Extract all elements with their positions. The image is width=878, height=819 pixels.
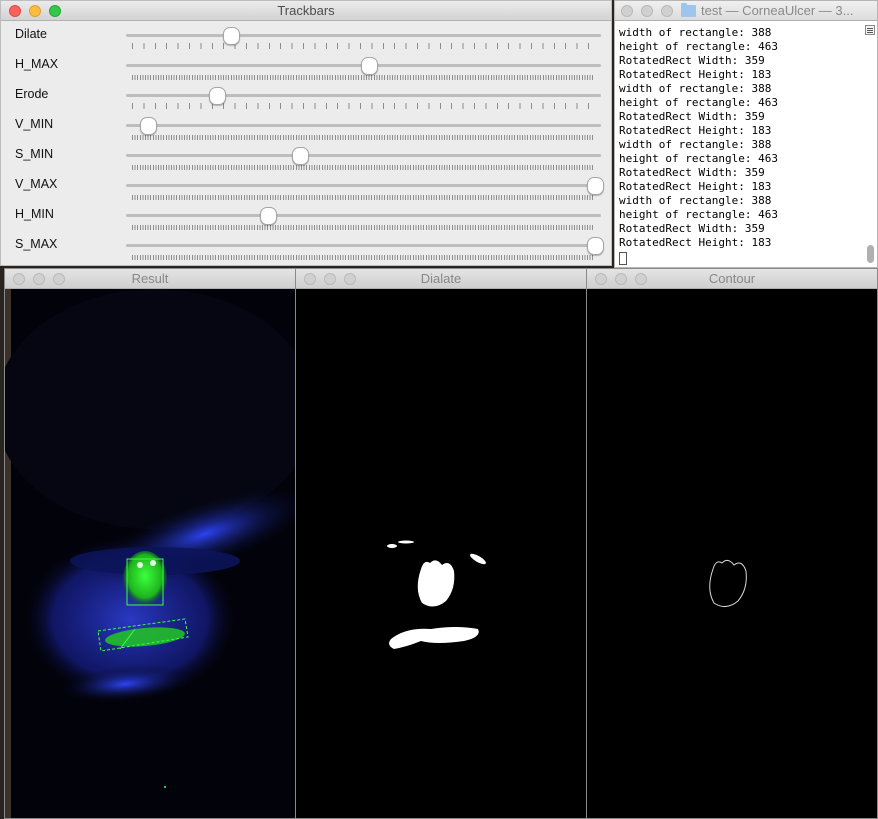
terminal-line: width of rectangle: 388	[619, 194, 772, 207]
terminal-line: RotatedRect Height: 183	[619, 236, 772, 249]
slider-row: S_MIN	[1, 141, 613, 171]
terminal-line: RotatedRect Height: 183	[619, 180, 772, 193]
scrollbar[interactable]	[865, 23, 875, 265]
dilate-titlebar[interactable]: Dialate	[296, 269, 586, 289]
terminal-line: height of rectangle: 463	[619, 96, 778, 109]
dilate-image	[296, 289, 586, 818]
slider-track[interactable]	[126, 154, 601, 157]
terminal-line: height of rectangle: 463	[619, 40, 778, 53]
contour-titlebar[interactable]: Contour	[587, 269, 877, 289]
slider-ticks	[132, 135, 594, 140]
slider-row: H_MIN	[1, 201, 613, 231]
contour-image	[587, 289, 877, 818]
slider-thumb[interactable]	[139, 117, 157, 135]
slider-label: H_MAX	[15, 57, 59, 71]
trackbars-window: Trackbars Dilate H_MAX Erode V_MIN S_MIN V_MA…	[0, 0, 612, 266]
slider-row: Erode	[1, 81, 613, 111]
slider-ticks	[132, 195, 594, 200]
slider-label: V_MAX	[15, 177, 58, 191]
slider-track[interactable]	[126, 34, 601, 37]
slider-thumb[interactable]	[291, 147, 309, 165]
window-title: Trackbars	[277, 3, 335, 18]
result-window: Result	[4, 268, 296, 819]
result-image	[5, 289, 295, 818]
terminal-titlebar[interactable]: test — CorneaUlcer — 3...	[615, 1, 877, 21]
slider-track[interactable]	[126, 184, 601, 187]
slider-ticks	[132, 225, 594, 230]
terminal-line: RotatedRect Width: 359	[619, 54, 765, 67]
slider-track[interactable]	[126, 214, 601, 217]
contour-window: Contour	[586, 268, 878, 819]
slider-thumb[interactable]	[587, 237, 604, 255]
slider-row: V_MIN	[1, 111, 613, 141]
slider-label: Dilate	[15, 27, 47, 41]
slider-thumb[interactable]	[587, 177, 604, 195]
scroll-thumb[interactable]	[867, 245, 874, 263]
terminal-line: RotatedRect Width: 359	[619, 110, 765, 123]
terminal-line: width of rectangle: 388	[619, 138, 772, 151]
window-title: Contour	[708, 271, 756, 286]
slider-ticks	[132, 165, 594, 170]
slider-thumb[interactable]	[208, 87, 226, 105]
slider-label: Erode	[15, 87, 49, 101]
slider-label: S_MIN	[15, 147, 54, 161]
terminal-line: RotatedRect Height: 183	[619, 68, 772, 81]
slider-row: S_MAX	[1, 231, 613, 261]
slider-label: H_MIN	[15, 207, 54, 221]
terminal-line: RotatedRect Height: 183	[619, 124, 772, 137]
slider-ticks	[132, 75, 594, 80]
dilate-window: Dialate	[295, 268, 587, 819]
window-title: test — CorneaUlcer — 3...	[701, 3, 854, 18]
slider-thumb[interactable]	[222, 27, 240, 45]
slider-ticks	[132, 103, 594, 109]
slider-ticks	[132, 43, 594, 49]
terminal-line: RotatedRect Width: 359	[619, 222, 765, 235]
slider-row: Dilate	[1, 21, 613, 51]
slider-thumb[interactable]	[259, 207, 277, 225]
slider-label: S_MAX	[15, 237, 58, 251]
trackbars-titlebar[interactable]: Trackbars	[1, 1, 611, 21]
terminal-output[interactable]: width of rectangle: 388 height of rectang…	[619, 26, 778, 269]
scroll-menu-icon[interactable]	[865, 25, 875, 35]
slider-track[interactable]	[126, 124, 601, 127]
slider-track[interactable]	[126, 94, 601, 97]
slider-ticks	[132, 255, 594, 260]
terminal-line: height of rectangle: 463	[619, 152, 778, 165]
terminal-window: test — CorneaUlcer — 3... width of recta…	[614, 0, 878, 268]
terminal-cursor	[619, 252, 627, 265]
slider-row: V_MAX	[1, 171, 613, 201]
window-title: Dialate	[420, 271, 462, 286]
slider-row: H_MAX	[1, 51, 613, 81]
slider-thumb[interactable]	[361, 57, 379, 75]
terminal-line: width of rectangle: 388	[619, 82, 772, 95]
terminal-line: width of rectangle: 388	[619, 26, 772, 39]
terminal-line: height of rectangle: 463	[619, 208, 778, 221]
window-title: Result	[131, 271, 169, 286]
slider-track[interactable]	[126, 244, 601, 247]
slider-label: V_MIN	[15, 117, 54, 131]
terminal-line: RotatedRect Width: 359	[619, 166, 765, 179]
result-titlebar[interactable]: Result	[5, 269, 295, 289]
